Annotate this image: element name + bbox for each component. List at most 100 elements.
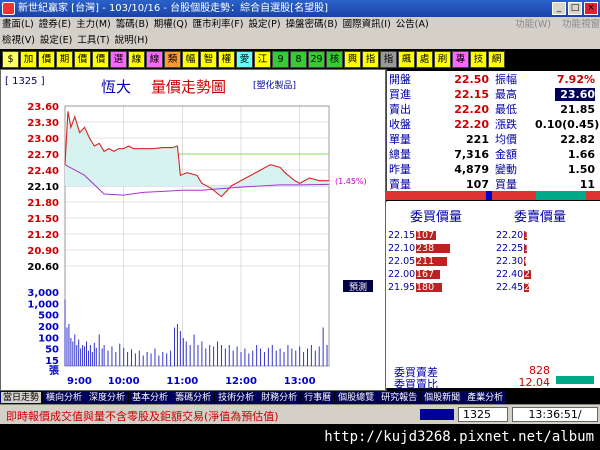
analysis-tab-6[interactable]: 財務分析 — [258, 391, 301, 404]
toolbar-button-17[interactable]: 29 — [308, 50, 325, 68]
menu-item-r2-2[interactable]: 工具(T) — [77, 35, 109, 46]
toolbar-button-21[interactable]: 指 — [380, 50, 397, 68]
analysis-tab-11[interactable]: 產業分析 — [464, 391, 507, 404]
toolbar-button-24[interactable]: 刷 — [434, 50, 451, 68]
menu-item-r1-1[interactable]: 證券(E) — [39, 19, 71, 30]
quote-value: 4,879 — [454, 163, 489, 176]
toolbar-button-0[interactable]: $ — [2, 50, 19, 68]
toolbar-button-8[interactable]: 線 — [146, 50, 163, 68]
menu-row-2: 檢視(V) 設定(E) 工具(T) 說明(H) — [0, 33, 600, 49]
asks-qty: 20 — [524, 282, 537, 293]
bids-price: 21.95 — [388, 282, 416, 293]
analysis-tab-9[interactable]: 研究報告 — [378, 391, 421, 404]
analysis-tab-2[interactable]: 深度分析 — [86, 391, 129, 404]
analysis-tab-5[interactable]: 技術分析 — [215, 391, 258, 404]
minimize-button[interactable]: _ — [552, 2, 566, 15]
asks-qty: 6 — [524, 256, 531, 267]
toolbar-button-13[interactable]: 愛 — [236, 50, 253, 68]
toolbar-button-6[interactable]: 選 — [110, 50, 127, 68]
volume-tick-label: 100 — [38, 333, 59, 344]
menu-item-r2-0[interactable]: 檢視(V) — [2, 35, 35, 46]
toolbar-button-1[interactable]: 加 — [20, 50, 37, 68]
ask-header: 委賣價量 — [514, 210, 567, 225]
quote-row-left-5: 總量 7,316 — [389, 148, 493, 161]
toolbar-button-19[interactable]: 興 — [344, 50, 361, 68]
price-tick-label: 21.50 — [27, 214, 59, 225]
volume-tick-label: 1,000 — [27, 299, 59, 310]
toolbar-button-16[interactable]: 8 — [290, 50, 307, 68]
asks-price: 22.40 — [496, 269, 524, 280]
quote-value: 1.66 — [567, 148, 595, 161]
toolbar-button-3[interactable]: 期 — [56, 50, 73, 68]
toolbar-button-15[interactable]: 9 — [272, 50, 289, 68]
analysis-tabs: 當日走勢 橫向分析 深度分析 基本分析 籌碼分析 技術分析 財務分析 行事曆 個股總覽 研究報告個… — [0, 391, 600, 404]
menu-item-r1-0[interactable]: 畫面(L) — [2, 19, 34, 30]
quote-row-right-6: 變動 1.50 — [495, 163, 599, 176]
quote-label: 總量 — [389, 148, 411, 161]
menu-item-r1-3[interactable]: 籌碼(B) — [116, 19, 149, 30]
toolbar-button-4[interactable]: 價 — [74, 50, 91, 68]
menu-item-r1-6[interactable]: 設定(P) — [248, 19, 280, 30]
toolbar-button-18[interactable]: 核 — [326, 50, 343, 68]
toolbar-button-25[interactable]: 專 — [452, 50, 469, 68]
chart-panel: 23.60 23.30 23.00 22.70 22.40 22.10 21.80 21.50… — [0, 69, 386, 391]
analysis-tab-8[interactable]: 個股總覽 — [335, 391, 378, 404]
toolbar-button-10[interactable]: 幅 — [182, 50, 199, 68]
analysis-tab-4[interactable]: 籌碼分析 — [172, 391, 215, 404]
menu-item-r1-9[interactable]: 公告(A) — [396, 19, 429, 30]
analysis-tab-1[interactable]: 橫向分析 — [43, 391, 86, 404]
toolbar-button-22[interactable]: 飆 — [398, 50, 415, 68]
menu-item-r1-4[interactable]: 期權(Q) — [154, 19, 188, 30]
quote-label: 開盤 — [389, 73, 411, 86]
plot-frame — [64, 105, 330, 367]
quote-label: 昨量 — [389, 163, 411, 176]
bids-price: 22.10 — [388, 243, 416, 254]
analysis-tab-0[interactable]: 當日走勢 — [0, 391, 43, 404]
quote-label: 賣出 — [389, 103, 411, 116]
menu-item-r2-1[interactable]: 設定(E) — [40, 35, 72, 46]
toolbar-button-11[interactable]: 智 — [200, 50, 217, 68]
menu-item-r1-2[interactable]: 主力(M) — [76, 19, 111, 30]
quote-label: 金額 — [495, 148, 517, 161]
connection-indicator — [420, 409, 454, 420]
maximize-button[interactable]: □ — [568, 2, 582, 15]
toolbar-button-27[interactable]: 網 — [488, 50, 505, 68]
toolbar-button-20[interactable]: 指 — [362, 50, 379, 68]
quote-value: 23.60 — [555, 88, 595, 101]
analysis-tab-7[interactable]: 行事曆 — [301, 391, 335, 404]
toolbar-button-2[interactable]: 價 — [38, 50, 55, 68]
quote-row-right-1: 最高 23.60 — [495, 88, 599, 101]
price-tick-label: 23.60 — [27, 102, 59, 113]
quote-row-left-7: 賣量 107 — [389, 178, 493, 191]
prediction-label[interactable]: 預測 — [349, 281, 367, 293]
volume-tick-label: 500 — [38, 311, 59, 322]
menu-item-r1-8[interactable]: 國際資訊(I) — [343, 19, 391, 30]
window-controls: _ □ × — [552, 2, 598, 15]
toolbar-button-7[interactable]: 線 — [128, 50, 145, 68]
toolbar-button-14[interactable]: 江 — [254, 50, 271, 68]
price-tick-label: 22.10 — [27, 182, 59, 193]
menu-function[interactable]: 功能(W) — [515, 19, 551, 30]
quote-row-left-3: 收盤 22.20 — [389, 118, 493, 131]
asks-qty: 11 — [524, 230, 537, 241]
menu-item-r1-5[interactable]: 匯市利率(F) — [193, 19, 244, 30]
analysis-tab-3[interactable]: 基本分析 — [129, 391, 172, 404]
analysis-tab-10[interactable]: 個股新聞 — [421, 391, 464, 404]
toolbar-button-26[interactable]: 技 — [470, 50, 487, 68]
menu-bar: 畫面(L) 證券(E) 主力(M) 籌碼(B) 期權(Q) 匯市利率(F) 設定(P) 操盤密… — [0, 17, 600, 49]
menu-function-window[interactable]: 功能視窗 — [562, 19, 600, 30]
toolbar-button-12[interactable]: 權 — [218, 50, 235, 68]
status-stock-code[interactable]: 1325 — [458, 407, 508, 422]
close-button[interactable]: × — [584, 2, 598, 15]
toolbar-button-23[interactable]: 處 — [416, 50, 433, 68]
reference-change-label: (1.45%) — [335, 177, 367, 186]
bid-ask-ratio-bar — [386, 191, 600, 201]
toolbar-button-5[interactable]: 價 — [92, 50, 109, 68]
volume-unit-label: 張 — [49, 365, 60, 377]
menu-item-r2-3[interactable]: 說明(H) — [115, 35, 149, 46]
quote-label: 收盤 — [389, 118, 411, 131]
menu-item-r1-7[interactable]: 操盤密碼(B) — [286, 19, 338, 30]
time-tick-label: 13:00 — [284, 376, 316, 387]
toolbar-button-9[interactable]: 類 — [164, 50, 181, 68]
price-tick-label: 23.30 — [27, 118, 59, 129]
